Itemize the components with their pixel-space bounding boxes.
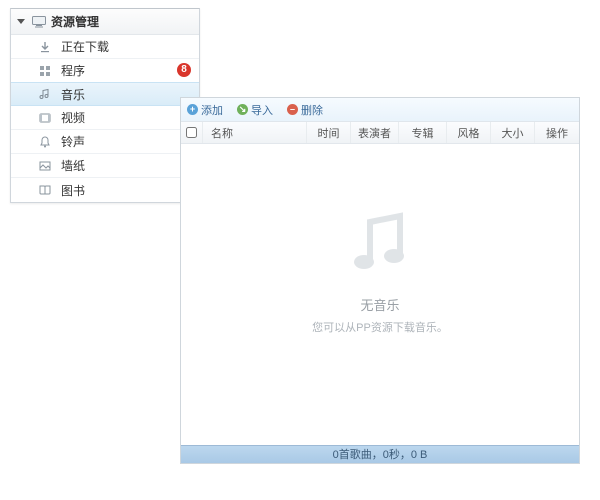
empty-state: 无音乐 您可以从PP资源下载音乐。: [181, 204, 579, 335]
col-ops[interactable]: 操作: [535, 122, 579, 143]
empty-title: 无音乐: [181, 295, 579, 314]
status-bar: 0首歌曲，0秒，0 B: [181, 445, 579, 463]
sidebar-item-books[interactable]: 图书: [11, 178, 199, 202]
sidebar-item-apps[interactable]: 程序 8: [11, 59, 199, 83]
badge-count: 8: [177, 63, 191, 77]
col-artist[interactable]: 表演者: [351, 122, 399, 143]
add-label: 添加: [201, 102, 223, 118]
add-button[interactable]: + 添加: [187, 102, 223, 118]
table-body: 无音乐 您可以从PP资源下载音乐。: [181, 144, 579, 445]
sidebar-item-label: 视频: [61, 109, 85, 126]
sidebar: 资源管理 正在下载 程序 8 音乐 视频 铃声 墙纸: [10, 8, 200, 203]
plus-icon: +: [187, 104, 198, 115]
collapse-icon: [17, 19, 25, 24]
sidebar-item-wallpaper[interactable]: 墙纸: [11, 154, 199, 178]
empty-hint: 您可以从PP资源下载音乐。: [181, 319, 579, 335]
toolbar: + 添加 ↘ 导入 – 删除: [181, 98, 579, 122]
sidebar-item-music[interactable]: 音乐: [11, 82, 199, 106]
table-header: 名称 时间 表演者 专辑 风格 大小 操作: [181, 122, 579, 144]
wallpaper-icon: [37, 158, 53, 174]
col-size[interactable]: 大小: [491, 122, 535, 143]
sidebar-item-video[interactable]: 视频: [11, 106, 199, 130]
sidebar-item-label: 铃声: [61, 133, 85, 150]
download-icon: [37, 39, 53, 55]
ringtone-icon: [37, 134, 53, 150]
music-note-icon: [340, 273, 420, 287]
delete-label: 删除: [301, 102, 323, 118]
video-icon: [37, 110, 53, 126]
col-genre[interactable]: 风格: [447, 122, 491, 143]
import-icon: ↘: [237, 104, 248, 115]
music-icon: [37, 86, 53, 102]
import-label: 导入: [251, 102, 273, 118]
sidebar-item-label: 图书: [61, 182, 85, 199]
sidebar-item-label: 音乐: [61, 86, 85, 103]
apps-icon: [37, 63, 53, 79]
delete-button[interactable]: – 删除: [287, 102, 323, 118]
sidebar-title: 资源管理: [51, 13, 99, 30]
sidebar-item-downloading[interactable]: 正在下载: [11, 35, 199, 59]
sidebar-header[interactable]: 资源管理: [11, 9, 199, 35]
col-time[interactable]: 时间: [307, 122, 351, 143]
import-button[interactable]: ↘ 导入: [237, 102, 273, 118]
books-icon: [37, 182, 53, 198]
col-checkbox[interactable]: [181, 122, 203, 143]
sidebar-item-label: 正在下载: [61, 38, 109, 55]
select-all-checkbox[interactable]: [186, 127, 197, 138]
col-name[interactable]: 名称: [203, 122, 307, 143]
sidebar-item-label: 程序: [61, 62, 85, 79]
monitor-icon: [32, 16, 46, 28]
music-panel: + 添加 ↘ 导入 – 删除 名称 时间 表演者 专辑 风格 大小 操作: [180, 97, 580, 464]
sidebar-item-ringtone[interactable]: 铃声: [11, 130, 199, 154]
sidebar-item-label: 墙纸: [61, 157, 85, 174]
status-text: 0首歌曲，0秒，0 B: [333, 449, 428, 461]
minus-icon: –: [287, 104, 298, 115]
col-album[interactable]: 专辑: [399, 122, 447, 143]
